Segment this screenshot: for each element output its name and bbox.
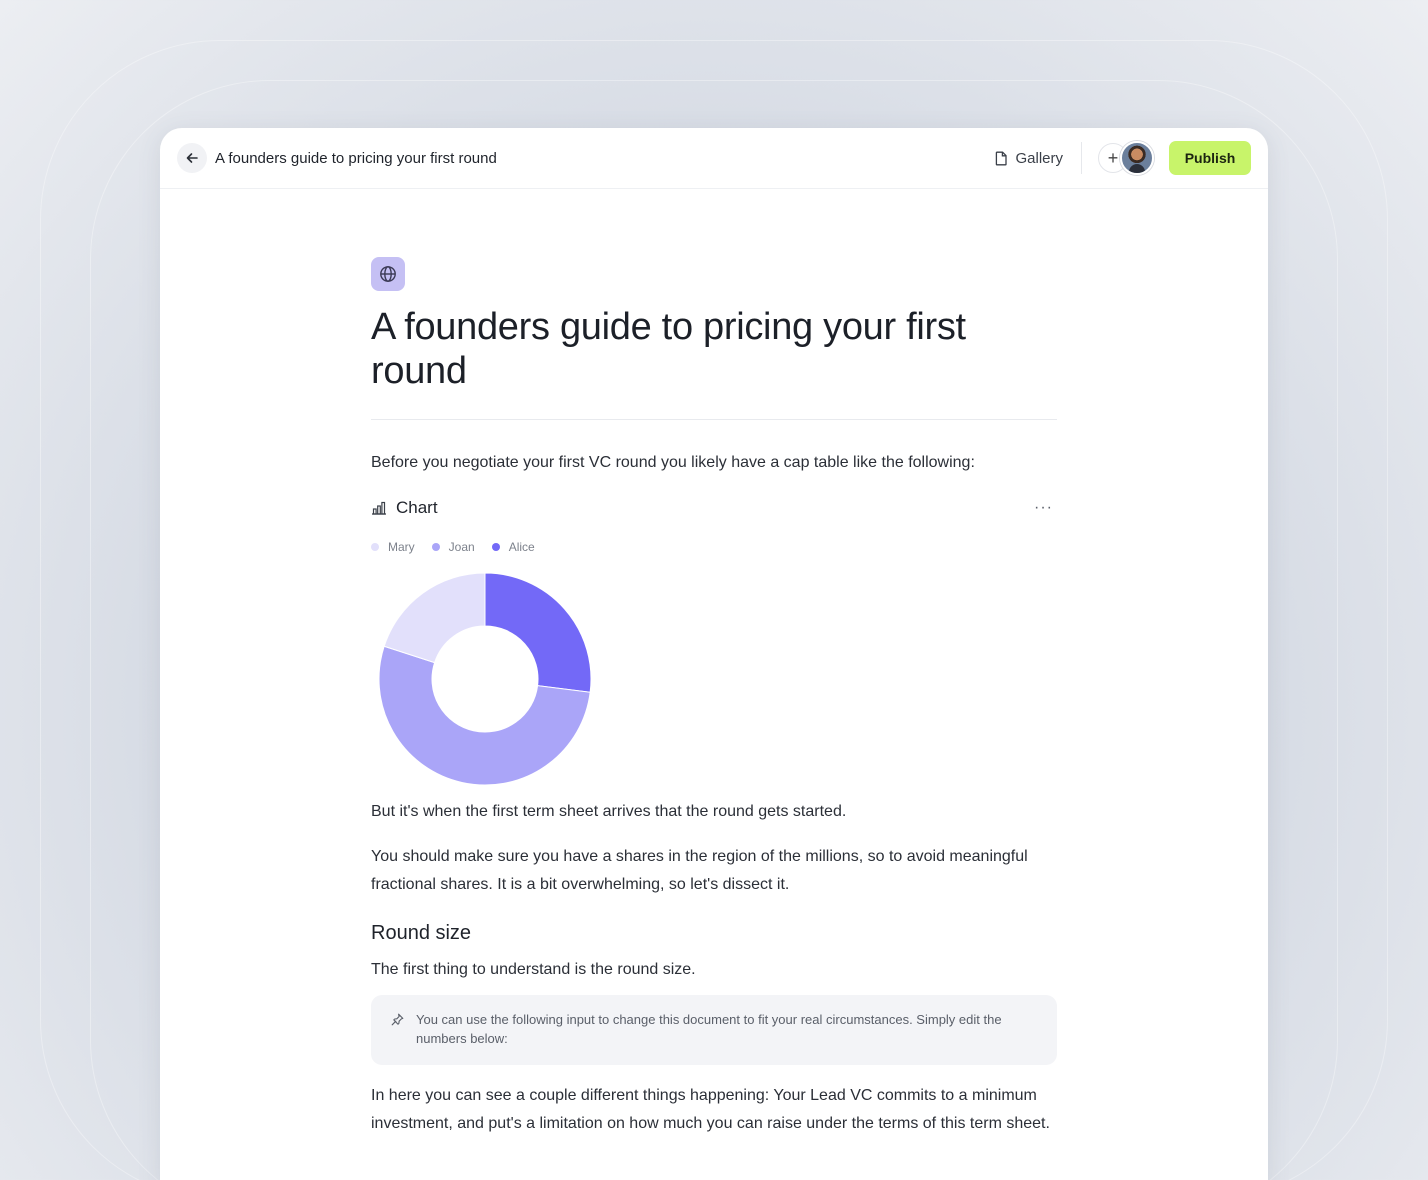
topbar-actions: Gallery + Publish [995,141,1251,175]
publish-button[interactable]: Publish [1169,141,1251,175]
legend-label: Joan [448,540,475,554]
pin-icon [391,1013,404,1026]
page-icon-button[interactable] [371,257,405,291]
donut-slice-mary[interactable] [383,572,486,664]
intro-paragraph[interactable]: Before you negotiate your first VC round… [371,449,1057,477]
legend-label: Alice [508,540,535,554]
bar-chart-icon [372,501,386,515]
legend-swatch [371,543,379,551]
callout-text: You can use the following input to chang… [416,1012,1002,1046]
chart-legend: Mary Joan Alice [371,540,1057,554]
legend-label: Mary [388,540,415,554]
legend-item-alice[interactable]: Alice [491,540,535,554]
paragraph-term-sheet[interactable]: But it's when the first term sheet arriv… [371,798,1057,826]
paragraph-round-size[interactable]: The first thing to understand is the rou… [371,956,1057,984]
document-icon [996,151,1008,165]
globe-icon [380,266,396,282]
editor-window: A founders guide to pricing your first r… [160,128,1268,1180]
legend-item-mary[interactable]: Mary [371,540,415,554]
legend-item-joan[interactable]: Joan [431,540,475,554]
donut-slice-alice[interactable] [484,572,592,693]
donut-chart [377,571,593,787]
document-body: A founders guide to pricing your first r… [371,257,1057,1138]
avatar[interactable] [1120,141,1154,175]
more-options-button[interactable]: ··· [1034,499,1053,517]
page-title[interactable]: A founders guide to pricing your first r… [371,305,1057,393]
callout-box[interactable]: You can use the following input to chang… [371,995,1057,1065]
paragraph-closing[interactable]: In here you can see a couple different t… [371,1082,1057,1138]
gallery-button[interactable]: Gallery [995,150,1063,167]
top-bar: A founders guide to pricing your first r… [160,128,1268,189]
paragraph-shares[interactable]: You should make sure you have a shares i… [371,843,1057,899]
gallery-label: Gallery [1015,149,1063,167]
document-title: A founders guide to pricing your first r… [215,149,497,167]
title-divider [371,419,1057,420]
collaborators: + [1098,141,1154,175]
chart-block-title: Chart [396,498,438,517]
divider [1081,142,1082,174]
section-heading-round-size[interactable]: Round size [371,922,1057,945]
arrow-left-icon [186,153,198,163]
legend-swatch [431,543,440,551]
chart-block-header: Chart ··· [371,498,1057,518]
back-button[interactable] [177,143,207,173]
legend-swatch [491,543,500,551]
